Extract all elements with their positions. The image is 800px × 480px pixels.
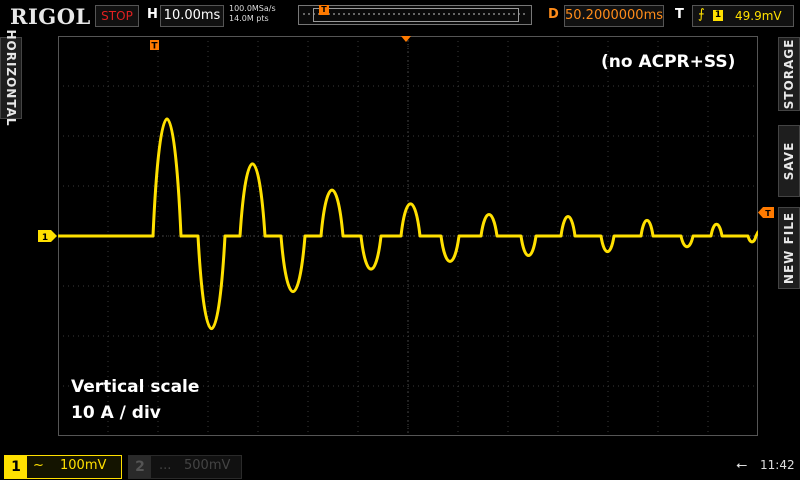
trigger-settings[interactable]: ⨍ 1 49.9mV: [692, 5, 794, 27]
rising-edge-icon: ⨍: [698, 7, 705, 22]
trigger-time-marker-label: T: [151, 42, 158, 52]
horizontal-tab-label: HORIZONTAL: [4, 29, 18, 127]
waveform-display[interactable]: T: [56, 36, 760, 436]
sample-rate: 100.0MSa/s: [229, 4, 276, 13]
memory-depth: 14.0M pts: [229, 14, 269, 23]
acquisition-info: 100.0MSa/s 14.0M pts: [229, 4, 276, 24]
new-file-tab[interactable]: NEW FILE: [778, 207, 800, 289]
dc-coupling-icon: ...: [159, 458, 172, 473]
channel2-scale: 500mV: [184, 458, 231, 473]
trigger-marker-icon: T: [319, 5, 329, 15]
channel2-settings[interactable]: 2 ... 500mV: [128, 455, 242, 479]
memory-window: [313, 8, 519, 22]
channel1-settings[interactable]: 1 ~ 100mV: [4, 455, 122, 479]
trigger-level-marker[interactable]: T: [758, 206, 774, 219]
brand-logo: RIGOL: [10, 4, 91, 29]
trigger-level: 49.9mV: [735, 9, 782, 23]
channel1-number: 1: [5, 456, 27, 478]
storage-tab-label: STORAGE: [782, 38, 796, 110]
timebase-value[interactable]: 10.00ms: [160, 5, 224, 27]
horizontal-label: H: [147, 7, 158, 22]
status-bar: RIGOL STOP H 10.00ms 100.0MSa/s 14.0M pt…: [0, 0, 800, 32]
trigger-source-chip: 1: [713, 10, 723, 21]
storage-tab[interactable]: STORAGE: [778, 37, 800, 111]
new-file-tab-label: NEW FILE: [782, 211, 796, 285]
delay-label: D: [548, 7, 559, 22]
scale-annotation-line2: 10 A / div: [71, 403, 161, 423]
usb-icon: ⭠: [736, 457, 748, 473]
channel-bar: 1 ~ 100mV 2 ... 500mV ⭠ 11:42: [0, 452, 800, 480]
channel1-ground-marker[interactable]: 1: [38, 229, 58, 243]
horizontal-tab[interactable]: HORIZONTAL: [0, 29, 22, 127]
run-stop-indicator[interactable]: STOP: [95, 5, 139, 27]
clock: 11:42: [760, 458, 795, 472]
ground-marker-label: 1: [42, 233, 48, 243]
mode-annotation: (no ACPR+SS): [601, 52, 736, 72]
right-menu-tabs: STORAGE SAVE NEW FILE: [778, 37, 800, 447]
channel1-scale: 100mV: [60, 458, 107, 473]
ac-coupling-icon: ~: [33, 458, 44, 473]
save-tab[interactable]: SAVE: [778, 125, 800, 197]
memory-overview-strip[interactable]: T: [298, 5, 532, 25]
scale-annotation-line1: Vertical scale: [71, 377, 200, 397]
waveform-svg: T: [56, 36, 760, 436]
channel2-number: 2: [129, 456, 151, 478]
save-tab-label: SAVE: [782, 141, 796, 181]
trigger-level-marker-label: T: [765, 209, 771, 218]
trigger-label: T: [675, 7, 684, 22]
delay-value[interactable]: 50.2000000ms: [564, 5, 664, 27]
